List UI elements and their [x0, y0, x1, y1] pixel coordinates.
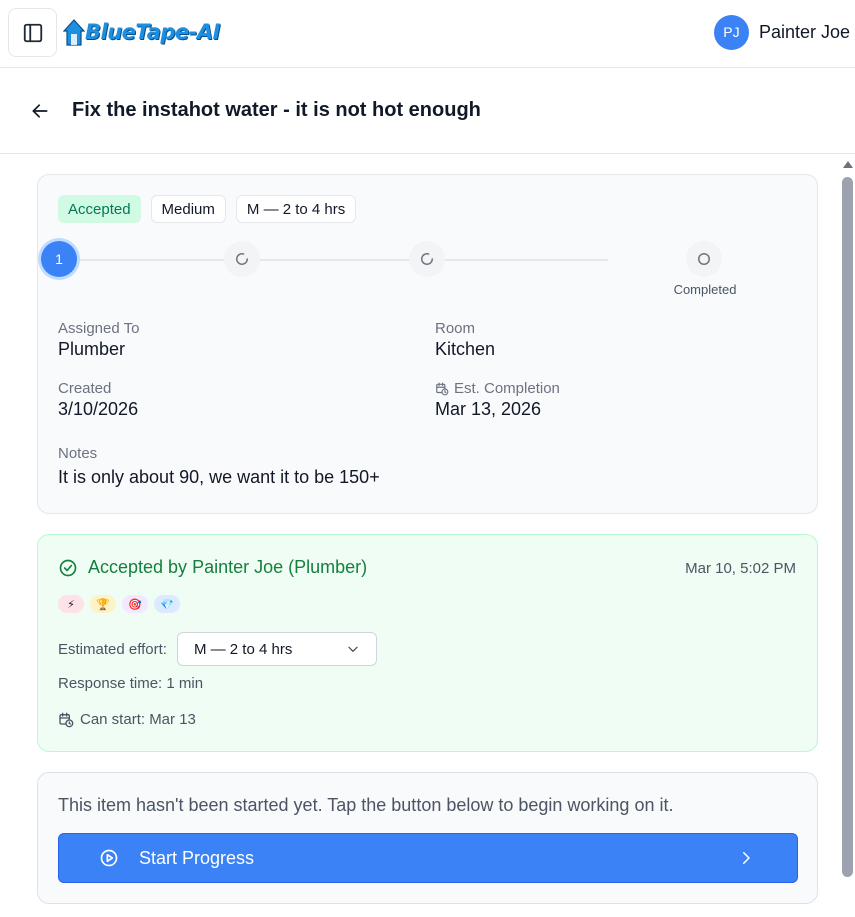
notes-label: Notes	[58, 445, 98, 462]
assigned-to-field: Assigned To Plumber	[58, 320, 139, 360]
play-circle-icon	[99, 848, 119, 868]
status-badge: Accepted	[58, 195, 141, 223]
acceptance-card: Accepted by Painter Joe (Plumber) Mar 10…	[37, 534, 818, 752]
created-field: Created 3/10/2026	[58, 380, 138, 420]
progress-stepper: 1 Completed	[38, 239, 819, 309]
user-name: Painter Joe	[758, 21, 850, 42]
calendar-clock-icon	[436, 382, 449, 395]
user-menu[interactable]: PJ Painter Joe	[713, 14, 850, 50]
gem-badge-icon: 💎	[154, 595, 180, 613]
step-1-active: 1	[41, 241, 77, 277]
calendar-clock-icon	[59, 712, 74, 727]
response-time: Response time: 1 min	[58, 675, 204, 692]
room-field: Room Kitchen	[435, 320, 495, 360]
task-detail-card: Accepted Medium M — 2 to 4 hrs 1 Complet…	[37, 174, 818, 514]
page-header: Fix the instahot water - it is not hot e…	[0, 69, 855, 154]
top-bar: BlueTape-AI PJ Painter Joe	[0, 0, 855, 68]
check-circle-icon	[59, 559, 77, 576]
est-completion-label: Est. Completion	[435, 380, 560, 397]
trophy-badge-icon: 🏆	[90, 595, 116, 613]
estimated-effort-label: Estimated effort:	[58, 640, 167, 658]
step-3	[409, 241, 445, 277]
chevron-right-icon	[737, 849, 755, 867]
sidebar-toggle-button[interactable]	[8, 8, 57, 57]
effort-badge: M — 2 to 4 hrs	[235, 195, 357, 223]
logo-text: BlueTape-AI	[85, 20, 220, 44]
start-hint-text: This item hasn't been started yet. Tap t…	[58, 795, 674, 815]
scroll-up-arrow[interactable]	[843, 161, 853, 168]
step-completed-label: Completed	[673, 282, 737, 297]
arrow-left-icon	[32, 104, 48, 118]
acceptance-time: Mar 10, 5:02 PM	[685, 560, 796, 577]
step-2	[224, 241, 260, 277]
notes-field: Notes It is only about 90, we want it to…	[58, 445, 380, 488]
notes-value: It is only about 90, we want it to be 15…	[58, 467, 380, 487]
stepper-line	[58, 259, 608, 261]
badge-row: Accepted Medium M — 2 to 4 hrs	[58, 195, 357, 223]
lightning-badge-icon: ⚡	[58, 595, 84, 613]
estimated-effort-select[interactable]: M — 2 to 4 hrs	[176, 632, 377, 666]
loader-icon	[421, 253, 433, 265]
loader-icon	[236, 253, 248, 265]
sidebar-icon	[23, 23, 42, 42]
room-value: Kitchen	[435, 339, 496, 359]
chevron-down-icon	[348, 646, 358, 652]
page-title: Fix the instahot water - it is not hot e…	[72, 99, 481, 121]
scroll-thumb[interactable]	[842, 177, 853, 877]
estimated-effort-row: Estimated effort: M — 2 to 4 hrs	[58, 632, 377, 666]
priority-badge: Medium	[150, 195, 226, 223]
avatar: PJ	[713, 14, 749, 50]
start-progress-label: Start Progress	[139, 847, 255, 868]
house-logo-icon	[63, 19, 85, 46]
back-button[interactable]	[26, 97, 54, 125]
est-completion-value: Mar 13, 2026	[435, 399, 542, 419]
assigned-to-label: Assigned To	[58, 320, 140, 337]
est-completion-field: Est. Completion Mar 13, 2026	[435, 380, 560, 420]
app-logo[interactable]: BlueTape-AI	[63, 12, 220, 52]
circle-icon	[698, 253, 710, 265]
start-progress-button[interactable]: Start Progress	[58, 833, 798, 883]
scrollbar[interactable]	[840, 155, 855, 917]
badge-emoji-row: ⚡ 🏆 🎯 💎	[58, 595, 180, 613]
acceptance-title: Accepted by Painter Joe (Plumber)	[58, 557, 367, 578]
room-label: Room	[435, 320, 476, 337]
created-label: Created	[58, 380, 112, 397]
created-value: 3/10/2026	[58, 399, 139, 419]
target-badge-icon: 🎯	[122, 595, 148, 613]
step-4-completed	[686, 241, 722, 277]
can-start: Can start: Mar 13	[58, 711, 196, 728]
estimated-effort-value: M — 2 to 4 hrs	[193, 640, 293, 658]
assigned-to-value: Plumber	[58, 339, 126, 359]
start-progress-card: This item hasn't been started yet. Tap t…	[37, 772, 818, 904]
